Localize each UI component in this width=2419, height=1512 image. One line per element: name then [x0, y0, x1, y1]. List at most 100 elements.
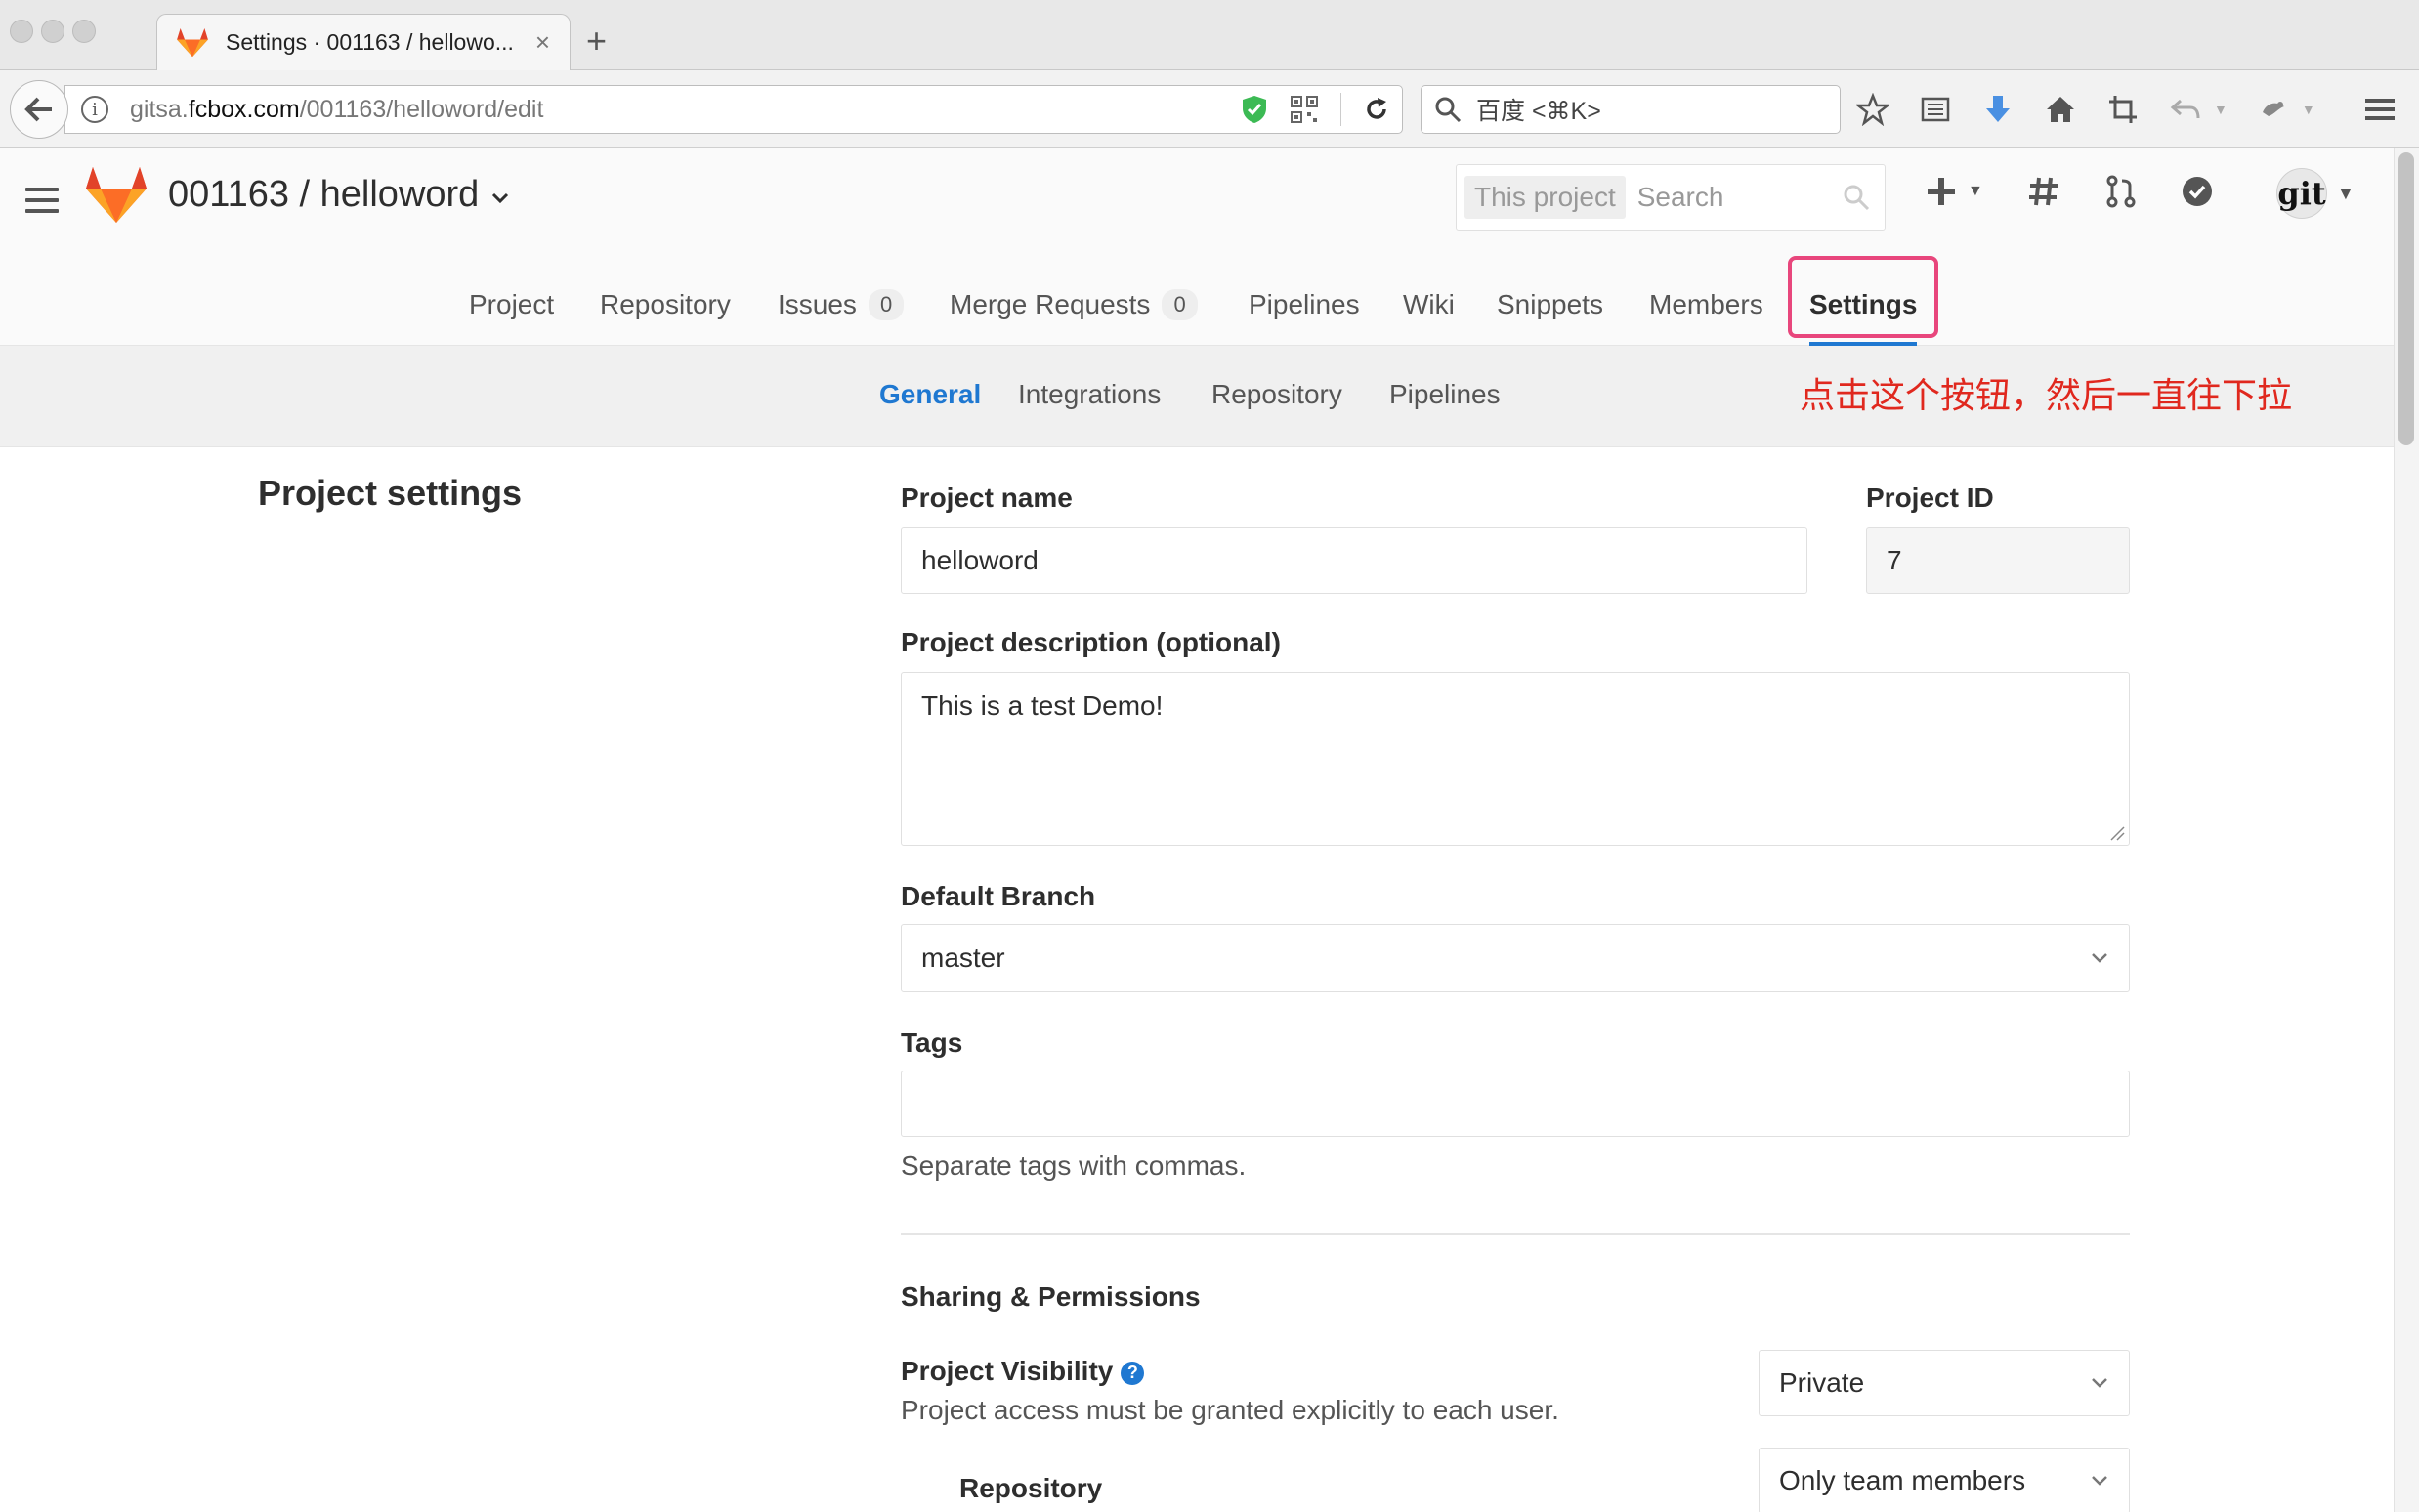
tab-label: Wiki	[1403, 289, 1455, 319]
qr-code-icon[interactable]	[1290, 95, 1319, 124]
browser-nav-bar: i gitsa.fcbox.com/001163/helloword/edit	[0, 70, 2419, 148]
plus-icon	[1928, 178, 1955, 205]
address-bar[interactable]: i gitsa.fcbox.com/001163/helloword/edit	[64, 85, 1403, 134]
window-close-button[interactable]	[10, 20, 33, 43]
tab-issues[interactable]: Issues 0	[778, 264, 905, 346]
back-button[interactable]	[10, 80, 68, 139]
avatar[interactable]: git	[2276, 168, 2327, 219]
project-id-label: Project ID	[1866, 483, 1994, 513]
gitlab-logo-icon[interactable]	[86, 166, 147, 225]
window-zoom-button[interactable]	[72, 20, 96, 43]
site-info-icon[interactable]: i	[81, 96, 108, 123]
resize-handle-icon[interactable]	[2109, 825, 2125, 841]
tab-label: Merge Requests	[950, 289, 1151, 319]
shield-icon[interactable]	[1241, 95, 1268, 124]
merge-request-icon[interactable]	[2104, 174, 2138, 209]
chevron-down-icon	[2092, 953, 2107, 963]
visibility-label-text: Project Visibility	[901, 1356, 1114, 1386]
undo-dropdown-icon[interactable]: ▼	[2214, 102, 2228, 117]
default-branch-select[interactable]: master	[901, 924, 2130, 992]
visibility-label: Project Visibility?	[901, 1356, 1145, 1387]
project-id-field[interactable]: 7	[1866, 527, 2130, 594]
url-text[interactable]: gitsa.fcbox.com/001163/helloword/edit	[130, 96, 1241, 124]
repository-access-select[interactable]: Only team members	[1759, 1448, 2130, 1512]
page-scrollbar-thumb[interactable]	[2398, 152, 2414, 445]
download-icon[interactable]	[1981, 93, 2015, 126]
tab-label: Snippets	[1497, 289, 1603, 319]
repository-access-label: Repository	[959, 1473, 1103, 1503]
search-placeholder: Search	[1636, 182, 1724, 212]
tab-label: Members	[1649, 289, 1763, 319]
merge-requests-count-badge: 0	[1162, 289, 1198, 320]
section-divider	[901, 1233, 2130, 1235]
tab-merge-requests[interactable]: Merge Requests 0	[950, 264, 1198, 346]
window-minimize-button[interactable]	[41, 20, 64, 43]
bookmark-star-icon[interactable]	[1856, 93, 1889, 126]
tags-label: Tags	[901, 1028, 963, 1058]
description-label: Project description (optional)	[901, 627, 1281, 657]
project-id-value: 7	[1887, 545, 1902, 575]
visibility-help-text: Project access must be granted explicitl…	[901, 1395, 1559, 1425]
subtab-repository[interactable]: Repository	[1211, 379, 1342, 410]
browser-tab-strip: Settings · 001163 / hellowo... × +	[0, 0, 2419, 70]
chevron-down-icon	[492, 192, 509, 203]
tab-label: Pipelines	[1249, 289, 1360, 319]
project-name-field[interactable]: helloword	[901, 527, 1807, 594]
tab-members[interactable]: Members	[1649, 264, 1763, 346]
project-name-value: helloword	[921, 545, 1039, 575]
default-branch-value: master	[921, 943, 1005, 973]
url-path: /001163/helloword/edit	[299, 95, 544, 123]
tab-project[interactable]: Project	[469, 264, 554, 346]
tab-snippets[interactable]: Snippets	[1497, 264, 1603, 346]
hamburger-menu-icon[interactable]	[25, 188, 59, 217]
tags-input[interactable]	[901, 1071, 2130, 1137]
subtab-pipelines[interactable]: Pipelines	[1389, 379, 1501, 410]
tab-pipelines[interactable]: Pipelines	[1249, 264, 1360, 346]
new-tab-button[interactable]: +	[586, 21, 607, 61]
subtab-general[interactable]: General	[879, 379, 981, 410]
url-domain: fcbox.com	[188, 95, 300, 123]
visibility-value: Private	[1779, 1367, 1865, 1398]
description-textarea[interactable]: This is a test Demo!	[901, 672, 2130, 846]
todo-check-icon[interactable]	[2181, 175, 2214, 208]
extension-dropdown-icon[interactable]: ▼	[2302, 102, 2315, 117]
settings-subnav: General Integrations Repository Pipeline…	[0, 346, 2394, 447]
back-arrow-icon	[24, 97, 52, 122]
home-icon[interactable]	[2044, 93, 2077, 126]
reload-icon[interactable]	[1363, 96, 1390, 123]
gitlab-favicon-icon	[177, 27, 208, 57]
subtab-integrations[interactable]: Integrations	[1018, 379, 1161, 410]
sharing-permissions-title: Sharing & Permissions	[901, 1281, 1201, 1312]
gitlab-search-input[interactable]: This project Search	[1456, 164, 1886, 231]
browser-tab-active[interactable]: Settings · 001163 / hellowo... ×	[156, 14, 571, 70]
settings-highlight-box	[1788, 256, 1938, 338]
screenshot-crop-icon[interactable]	[2106, 93, 2140, 126]
annotation-note: 点击这个按钮，然后一直往下拉	[1800, 376, 2293, 416]
browser-search-box[interactable]: 百度 <⌘K>	[1421, 85, 1841, 134]
avatar-caret-icon[interactable]: ▼	[2337, 184, 2355, 204]
search-scope-badge[interactable]: This project	[1464, 176, 1626, 219]
new-dropdown-button[interactable]: ▼	[1925, 175, 1983, 208]
tab-label: Repository	[600, 289, 731, 319]
tab-label: Issues	[778, 289, 857, 319]
undo-icon[interactable]	[2169, 93, 2202, 126]
extension-icon[interactable]	[2257, 93, 2290, 126]
gitlab-header: 001163 / helloword This project Search ▼	[0, 148, 2394, 346]
visibility-select[interactable]: Private	[1759, 1350, 2130, 1416]
description-value: This is a test Demo!	[921, 691, 1164, 721]
search-icon	[1435, 97, 1462, 123]
tab-label: Project	[469, 289, 555, 319]
help-question-icon[interactable]: ?	[1121, 1361, 1145, 1385]
default-branch-label: Default Branch	[901, 881, 1096, 911]
reading-list-icon[interactable]	[1919, 93, 1952, 126]
browser-search-placeholder: 百度 <⌘K>	[1476, 98, 1601, 125]
tab-repository[interactable]: Repository	[600, 264, 731, 346]
project-title[interactable]: 001163 / helloword	[168, 174, 510, 216]
browser-menu-icon[interactable]	[2362, 92, 2398, 127]
tags-help-text: Separate tags with commas.	[901, 1151, 1247, 1181]
tab-wiki[interactable]: Wiki	[1403, 264, 1455, 346]
hashtag-icon[interactable]	[2026, 174, 2061, 209]
chevron-down-icon	[2092, 1378, 2107, 1388]
search-icon	[1844, 185, 1870, 211]
tab-close-icon[interactable]: ×	[535, 27, 550, 58]
